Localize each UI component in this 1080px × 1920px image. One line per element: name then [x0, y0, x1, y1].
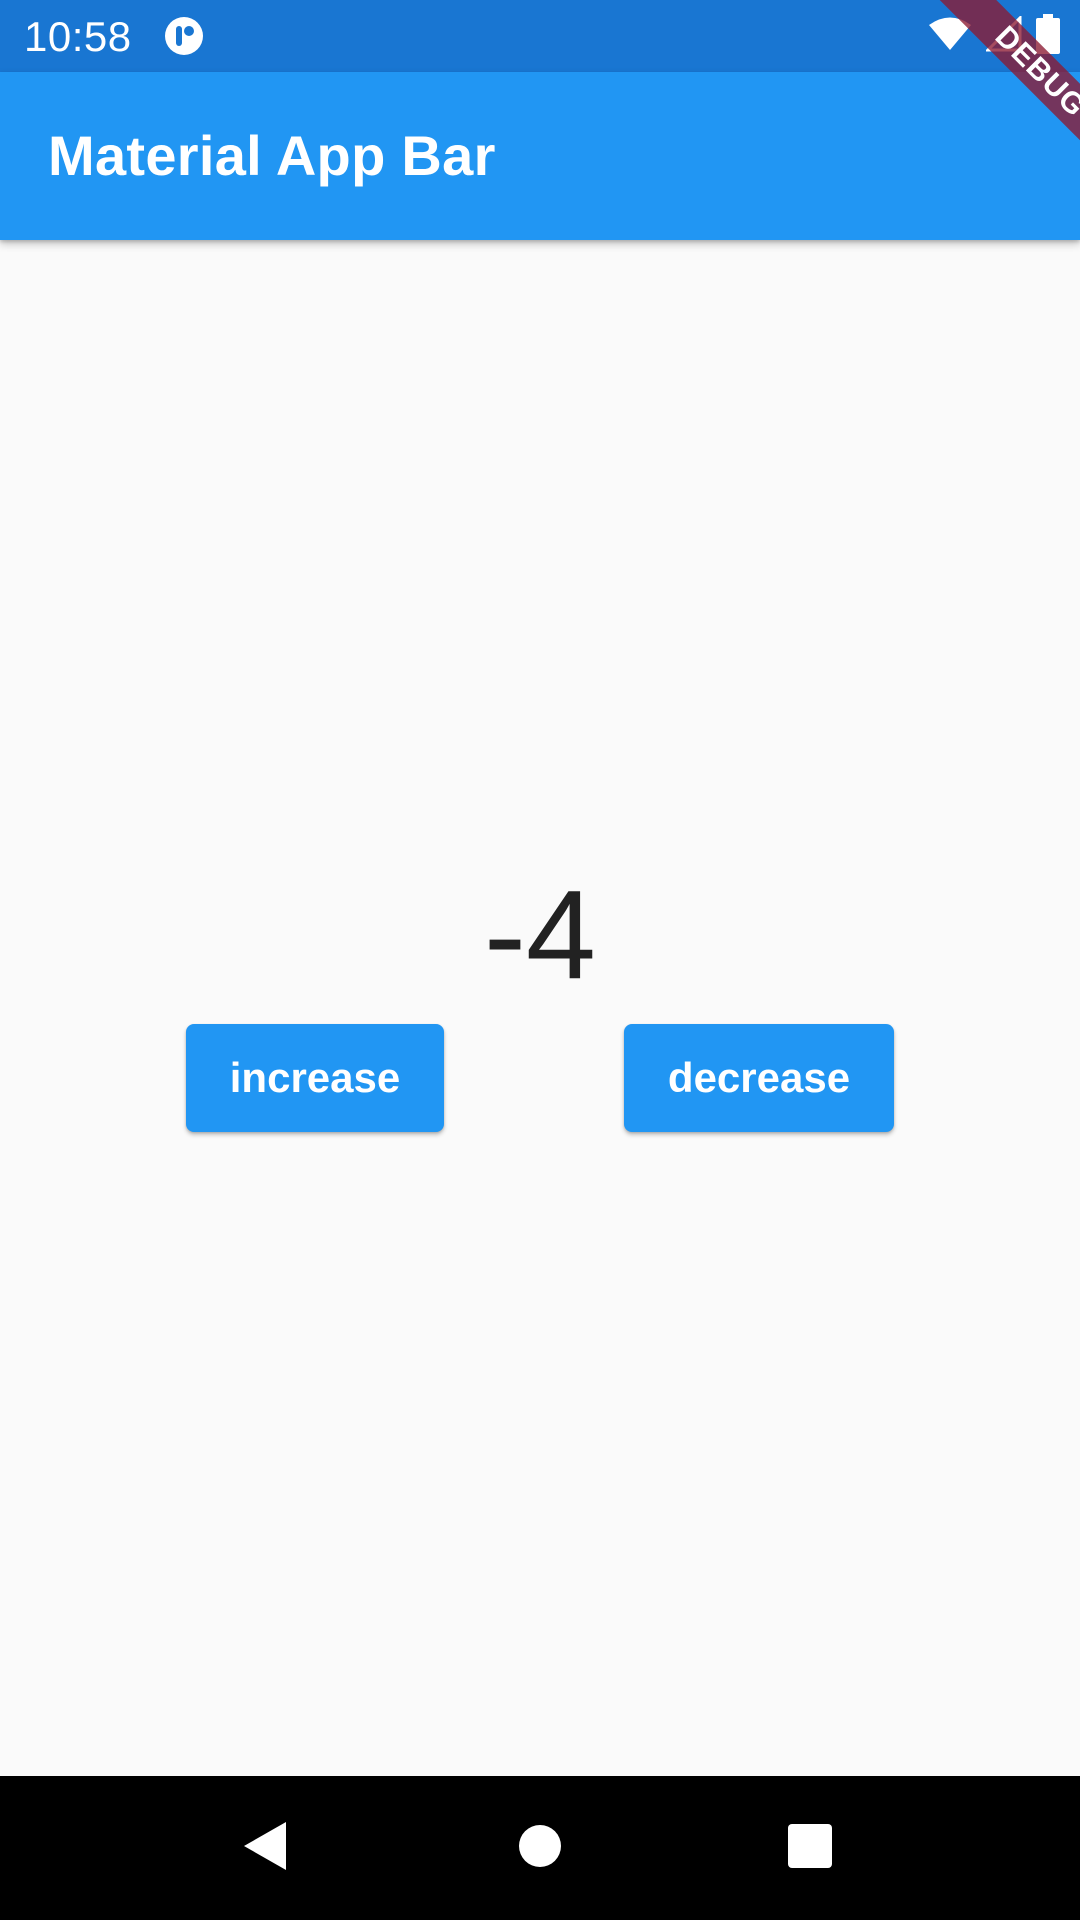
- battery-icon: [1036, 13, 1060, 59]
- navigation-bar: [0, 1776, 1080, 1920]
- back-icon: [242, 1820, 290, 1877]
- status-bar: 10:58: [0, 0, 1080, 72]
- home-button[interactable]: [496, 1804, 584, 1892]
- cell-signal-icon: [984, 13, 1022, 57]
- recents-icon: [788, 1823, 832, 1873]
- back-button[interactable]: [222, 1804, 310, 1892]
- notification-app-icon: [164, 16, 204, 56]
- increase-button[interactable]: increase: [186, 1024, 444, 1132]
- app-bar: Material App Bar: [0, 72, 1080, 240]
- wifi-icon: [928, 16, 972, 57]
- decrease-button[interactable]: decrease: [624, 1024, 894, 1132]
- counter-value: -4: [483, 864, 597, 1005]
- recents-button[interactable]: [766, 1804, 854, 1892]
- app-bar-title: Material App Bar: [48, 124, 496, 187]
- status-icons: [928, 13, 1060, 59]
- status-time: 10:58: [24, 13, 132, 60]
- home-icon: [518, 1824, 562, 1873]
- app-screen: 10:58 Material App Bar DEBUG -4 increase…: [0, 0, 1080, 1920]
